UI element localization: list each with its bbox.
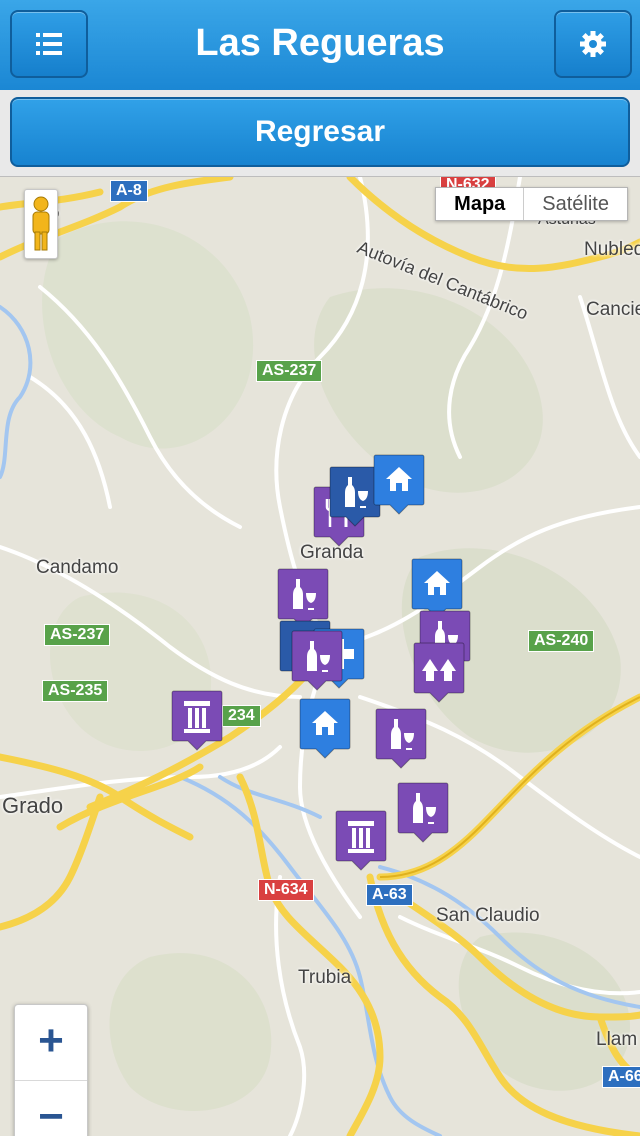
rural-houses-icon xyxy=(413,642,465,703)
pegman-icon xyxy=(32,196,50,251)
road-shield-as234: 234 xyxy=(222,705,261,727)
place-label-trubia: Trubia xyxy=(298,967,352,988)
place-label-nubledo: Nubled xyxy=(584,239,640,260)
house-icon xyxy=(373,454,425,515)
place-label-san-claudio: San Claudio xyxy=(436,905,540,926)
wine-icon xyxy=(397,782,449,843)
back-bar: Regresar xyxy=(0,90,640,177)
place-label-candamo: Candamo xyxy=(36,557,119,578)
map-marker-wine[interactable] xyxy=(374,707,428,769)
road-shield-as237-left: AS-237 xyxy=(44,624,111,646)
menu-button[interactable] xyxy=(10,10,88,78)
list-icon xyxy=(36,33,62,55)
street-view-pegman[interactable] xyxy=(24,189,58,259)
zoom-in-button[interactable]: + xyxy=(15,1005,87,1081)
map-marker-lodging[interactable] xyxy=(298,697,352,759)
house-icon xyxy=(299,698,351,759)
map-type-mapa[interactable]: Mapa xyxy=(436,188,525,220)
zoom-out-button[interactable]: − xyxy=(15,1081,87,1136)
app-header: Las Regueras xyxy=(0,0,640,91)
map-type-control: Mapa Satélite xyxy=(435,187,628,221)
place-label-grado: Grado xyxy=(2,793,64,818)
map-marker-monument[interactable] xyxy=(334,809,388,871)
settings-button[interactable] xyxy=(554,10,632,78)
map-marker-monument[interactable] xyxy=(170,689,224,751)
map-marker-wine[interactable] xyxy=(396,781,450,843)
road-shield-as235: AS-235 xyxy=(42,680,109,702)
road-shield-a66: A-66 xyxy=(602,1066,640,1088)
map-marker-lodging[interactable] xyxy=(372,453,426,515)
road-shield-a63: A-63 xyxy=(366,884,413,906)
road-shield-as237-top: AS-237 xyxy=(256,360,323,382)
wine-icon xyxy=(375,708,427,769)
road-shield-as240: AS-240 xyxy=(528,630,595,652)
place-label-cancienes: Cancie xyxy=(586,299,640,320)
column-icon xyxy=(335,810,387,871)
map-view[interactable]: Granda Candamo Grado Trubia San Claudio … xyxy=(0,177,640,1136)
page-title: Las Regueras xyxy=(195,22,445,64)
column-icon xyxy=(171,690,223,751)
road-shield-n634: N-634 xyxy=(258,879,314,901)
wine-icon xyxy=(291,630,343,691)
road-shield-a8: A-8 xyxy=(110,180,148,202)
zoom-control: + − xyxy=(14,1004,88,1136)
map-marker-wine[interactable] xyxy=(290,629,344,691)
place-label-llamaquique: Llam xyxy=(596,1029,638,1050)
gear-icon xyxy=(580,31,606,57)
map-marker-rural[interactable] xyxy=(412,641,466,703)
map-type-satellite[interactable]: Satélite xyxy=(524,188,627,220)
back-button[interactable]: Regresar xyxy=(10,97,630,167)
